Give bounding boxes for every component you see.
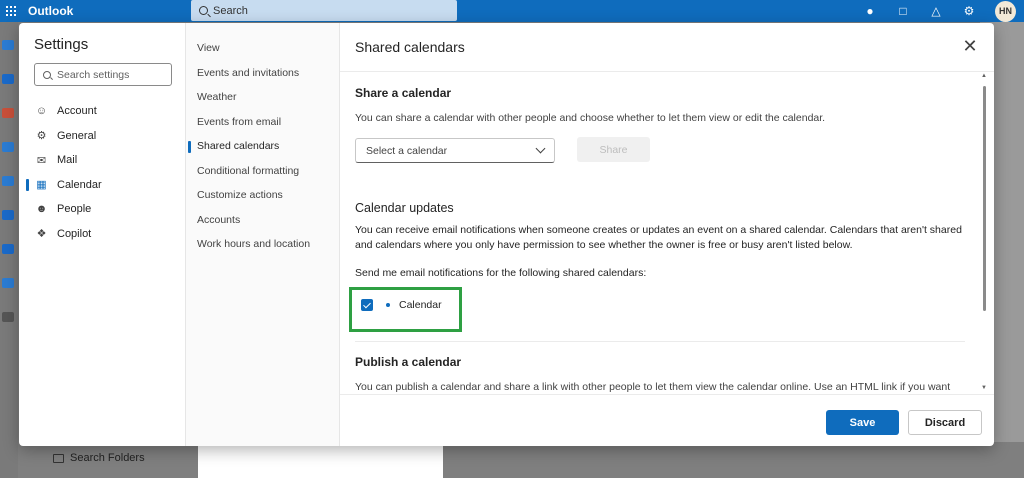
feedback-icon[interactable]: □: [896, 4, 910, 18]
app-rail: [0, 22, 18, 478]
publish-calendar-description: You can publish a calendar and share a l…: [355, 381, 951, 393]
scrollbar-thumb[interactable]: [983, 86, 986, 311]
category-people[interactable]: ☻ People: [19, 197, 186, 222]
category-label: General: [57, 129, 97, 142]
gear-icon[interactable]: ⚙: [962, 4, 976, 18]
app-launcher-icon[interactable]: [0, 0, 22, 22]
teams-icon[interactable]: ●: [863, 4, 877, 18]
app-name: Outlook: [28, 4, 74, 18]
subcategory-conditional-formatting[interactable]: Conditional formatting: [186, 159, 340, 184]
category-mail[interactable]: ✉ Mail: [19, 148, 186, 173]
chevron-down-icon: [535, 143, 546, 154]
subcategory-customize-actions[interactable]: Customize actions: [186, 183, 340, 208]
search-folders-label: Search Folders: [70, 452, 145, 464]
category-account[interactable]: ☺ Account: [19, 99, 186, 124]
subcategory-events-from-email[interactable]: Events from email: [186, 110, 340, 135]
app-header: Outlook Search ● □ △ ⚙ HN: [0, 0, 1024, 22]
calendar-subcategory-list: View Events and invitations Weather Even…: [186, 36, 340, 257]
copilot-icon: ❖: [36, 228, 47, 241]
settings-title: Settings: [34, 36, 89, 53]
subcategory-events-and-invitations[interactable]: Events and invitations: [186, 61, 340, 86]
pane-title: Shared calendars: [355, 39, 465, 55]
calendar-notification-label: Calendar: [399, 299, 442, 311]
category-label: Copilot: [57, 227, 92, 240]
people-app-icon[interactable]: [2, 142, 14, 152]
pane-scroll-area[interactable]: Share a calendar You can share a calenda…: [340, 72, 994, 393]
org-app-icon[interactable]: [2, 244, 14, 254]
category-copilot[interactable]: ❖ Copilot: [19, 222, 186, 247]
files-app-icon[interactable]: [2, 210, 14, 220]
category-label: Mail: [57, 154, 78, 167]
onedrive-app-icon[interactable]: [2, 278, 14, 288]
calendar-updates-description: You can receive email notifications when…: [355, 224, 962, 251]
mail-icon: ✉: [36, 154, 47, 167]
settings-search-placeholder: Search settings: [57, 68, 130, 81]
settings-detail-pane: Shared calendars ✕ Share a calendar You …: [340, 23, 994, 446]
scroll-down-icon[interactable]: ▼: [981, 385, 987, 391]
category-label: People: [57, 203, 92, 216]
more-apps-icon[interactable]: [2, 312, 14, 322]
subcategory-accounts[interactable]: Accounts: [186, 208, 340, 233]
settings-subcategories-column: View Events and invitations Weather Even…: [186, 23, 340, 446]
people-icon: ☻: [35, 203, 48, 216]
bell-icon[interactable]: △: [929, 4, 943, 18]
settings-category-list: ☺ Account ⚙ General ✉ Mail ▦ Calendar ☻ …: [19, 99, 186, 246]
avatar[interactable]: HN: [995, 0, 1016, 22]
search-icon: [43, 70, 51, 79]
select-calendar-placeholder: Select a calendar: [366, 144, 448, 157]
close-icon[interactable]: ✕: [961, 36, 979, 56]
person-icon: ☺: [35, 105, 48, 118]
search-folders-item[interactable]: Search Folders: [53, 452, 145, 464]
category-general[interactable]: ⚙ General: [19, 124, 186, 149]
global-search-placeholder: Search: [213, 4, 248, 17]
category-label: Calendar: [57, 178, 102, 191]
settings-search-input[interactable]: Search settings: [34, 63, 172, 86]
category-label: Account: [57, 105, 97, 118]
calendar-color-dot: [386, 303, 390, 307]
calendar-notification-checkbox[interactable]: [361, 299, 373, 311]
todo-app-icon[interactable]: [2, 176, 14, 186]
select-calendar-dropdown[interactable]: Select a calendar: [355, 138, 555, 163]
category-calendar[interactable]: ▦ Calendar: [19, 173, 186, 198]
subcategory-shared-calendars[interactable]: Shared calendars: [186, 134, 340, 159]
settings-categories-column: Settings Search settings ☺ Account ⚙ Gen…: [19, 23, 186, 446]
subcategory-view[interactable]: View: [186, 36, 340, 61]
global-search-input[interactable]: Search: [191, 0, 457, 21]
discard-button[interactable]: Discard: [908, 410, 982, 435]
publish-calendar-heading: Publish a calendar: [355, 355, 462, 369]
copilot-app-icon[interactable]: [2, 108, 14, 118]
divider: [340, 394, 994, 395]
search-folder-icon: [53, 453, 64, 463]
calendar-updates-heading: Calendar updates: [355, 201, 454, 215]
calendar-app-icon[interactable]: [2, 74, 14, 84]
calendar-notification-row[interactable]: Calendar: [361, 299, 442, 311]
save-button[interactable]: Save: [826, 410, 899, 435]
search-icon: [199, 6, 208, 15]
divider: [355, 341, 965, 342]
mail-app-icon[interactable]: [2, 40, 14, 50]
scrollbar[interactable]: [983, 76, 986, 394]
send-notifications-label: Send me email notifications for the foll…: [355, 267, 647, 279]
settings-dialog: Settings Search settings ☺ Account ⚙ Gen…: [19, 23, 994, 446]
subcategory-weather[interactable]: Weather: [186, 85, 340, 110]
share-calendar-heading: Share a calendar: [355, 86, 452, 100]
subcategory-work-hours-and-location[interactable]: Work hours and location: [186, 232, 340, 257]
gear-icon: ⚙: [36, 130, 47, 143]
share-calendar-description: You can share a calendar with other peop…: [355, 112, 826, 124]
calendar-icon: ▦: [36, 179, 47, 192]
share-button[interactable]: Share: [577, 137, 650, 162]
